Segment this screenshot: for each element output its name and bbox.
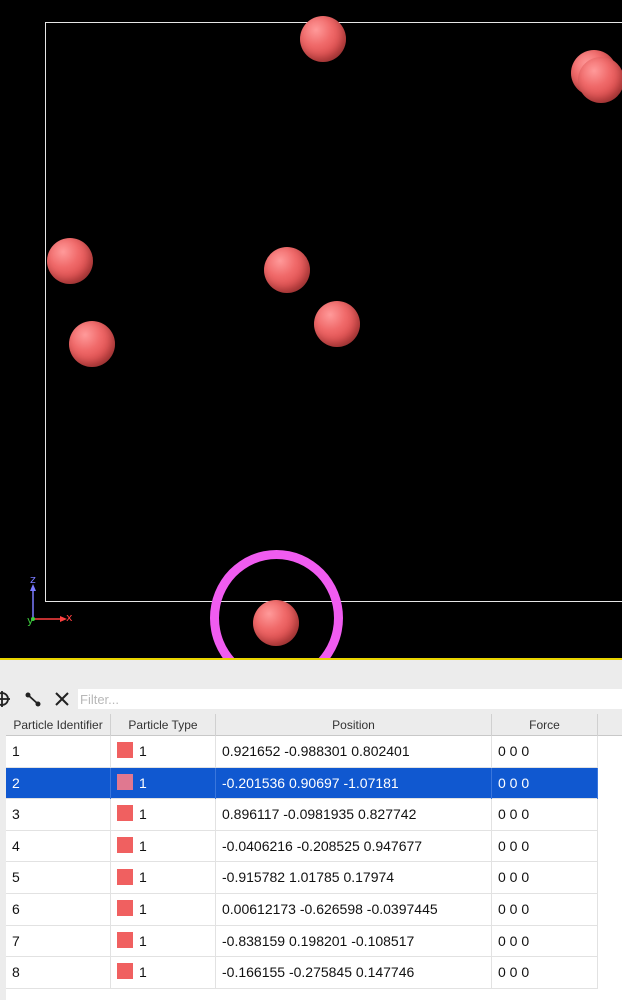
particle-table: Particle Identifier Particle Type Positi… (0, 714, 622, 1000)
particle[interactable] (69, 321, 115, 367)
particle[interactable] (264, 247, 310, 293)
close-icon[interactable] (52, 689, 72, 709)
table-row[interactable]: 5 1 -0.915782 1.01785 0.17974 0 0 0 (6, 862, 598, 894)
particle[interactable] (314, 301, 360, 347)
cell-particle-identifier: 2 (6, 767, 111, 799)
type-color-swatch (117, 805, 133, 822)
3d-viewport[interactable]: z y x (0, 0, 622, 658)
cell-particle-type: 1 (111, 862, 216, 894)
cell-position: -0.0406216 -0.208525 0.947677 (216, 830, 492, 862)
table-toolbar (0, 686, 622, 712)
cell-force: 0 0 0 (492, 799, 598, 831)
cell-force: 0 0 0 (492, 925, 598, 957)
column-header-particle-type[interactable]: Particle Type (111, 714, 216, 736)
type-color-swatch (117, 742, 133, 759)
type-value: 1 (139, 837, 147, 854)
cell-particle-identifier: 5 (6, 862, 111, 894)
cell-particle-identifier: 7 (6, 925, 111, 957)
cell-particle-identifier: 6 (6, 894, 111, 925)
viewport-active-border (0, 658, 622, 660)
cell-force: 0 0 0 (492, 736, 598, 767)
type-color-swatch (117, 773, 133, 790)
type-value: 1 (139, 869, 147, 886)
filter-input[interactable] (78, 689, 622, 709)
cell-particle-type: 1 (111, 830, 216, 862)
particle[interactable] (578, 57, 622, 103)
cell-position: 0.896117 -0.0981935 0.827742 (216, 799, 492, 831)
particle[interactable] (47, 238, 93, 284)
table-row[interactable]: 1 1 0.921652 -0.988301 0.802401 0 0 0 (6, 736, 598, 768)
cell-position: -0.166155 -0.275845 0.147746 (216, 957, 492, 989)
axis-tripod: z y x (22, 573, 82, 630)
cell-force: 0 0 0 (492, 767, 598, 799)
axis-x-label: x (66, 611, 73, 624)
table-row[interactable]: 8 1 -0.166155 -0.275845 0.147746 0 0 0 (6, 957, 598, 989)
type-color-swatch (117, 837, 133, 854)
type-color-swatch (117, 963, 133, 980)
table-row[interactable]: 4 1 -0.0406216 -0.208525 0.947677 0 0 0 (6, 830, 598, 863)
cell-particle-type: 1 (111, 736, 216, 767)
table-row[interactable]: 7 1 -0.838159 0.198201 -0.108517 0 0 0 (6, 925, 598, 958)
column-header-position[interactable]: Position (216, 714, 492, 736)
column-header-particle-identifier[interactable]: Particle Identifier (6, 714, 111, 736)
cell-particle-type: 1 (111, 767, 216, 799)
axis-y-label: y (27, 614, 34, 627)
table-row[interactable]: 3 1 0.896117 -0.0981935 0.827742 0 0 0 (6, 799, 598, 831)
cell-position: -0.915782 1.01785 0.17974 (216, 862, 492, 894)
crosshair-icon[interactable] (0, 689, 12, 709)
cell-particle-type: 1 (111, 957, 216, 989)
column-header-force[interactable]: Force (492, 714, 598, 736)
cell-position: -0.201536 0.90697 -1.07181 (216, 767, 492, 799)
cell-particle-type: 1 (111, 925, 216, 957)
cell-force: 0 0 0 (492, 830, 598, 862)
cell-position: -0.838159 0.198201 -0.108517 (216, 925, 492, 957)
cell-particle-identifier: 8 (6, 957, 111, 989)
cell-particle-identifier: 1 (6, 736, 111, 767)
type-value: 1 (139, 806, 147, 823)
cell-particle-identifier: 4 (6, 830, 111, 862)
axis-z-label: z (30, 573, 36, 586)
table-row[interactable]: 6 1 0.00612173 -0.626598 -0.0397445 0 0 0 (6, 894, 598, 926)
type-value: 1 (139, 743, 147, 759)
type-value: 1 (139, 932, 147, 949)
cell-force: 0 0 0 (492, 862, 598, 894)
cell-force: 0 0 0 (492, 957, 598, 989)
cell-particle-type: 1 (111, 894, 216, 925)
cell-position: 0.00612173 -0.626598 -0.0397445 (216, 894, 492, 925)
cell-particle-type: 1 (111, 799, 216, 831)
cell-position: 0.921652 -0.988301 0.802401 (216, 736, 492, 767)
table-header: Particle Identifier Particle Type Positi… (6, 714, 622, 736)
type-value: 1 (139, 774, 147, 791)
cell-particle-identifier: 3 (6, 799, 111, 831)
cell-force: 0 0 0 (492, 894, 598, 925)
type-color-swatch (117, 900, 133, 917)
type-value: 1 (139, 964, 147, 981)
table-row[interactable]: 2 1 -0.201536 0.90697 -1.07181 0 0 0 (6, 767, 598, 800)
type-value: 1 (139, 901, 147, 917)
particle[interactable] (300, 16, 346, 62)
bond-icon[interactable] (23, 689, 43, 709)
type-color-swatch (117, 931, 133, 948)
type-color-swatch (117, 868, 133, 885)
